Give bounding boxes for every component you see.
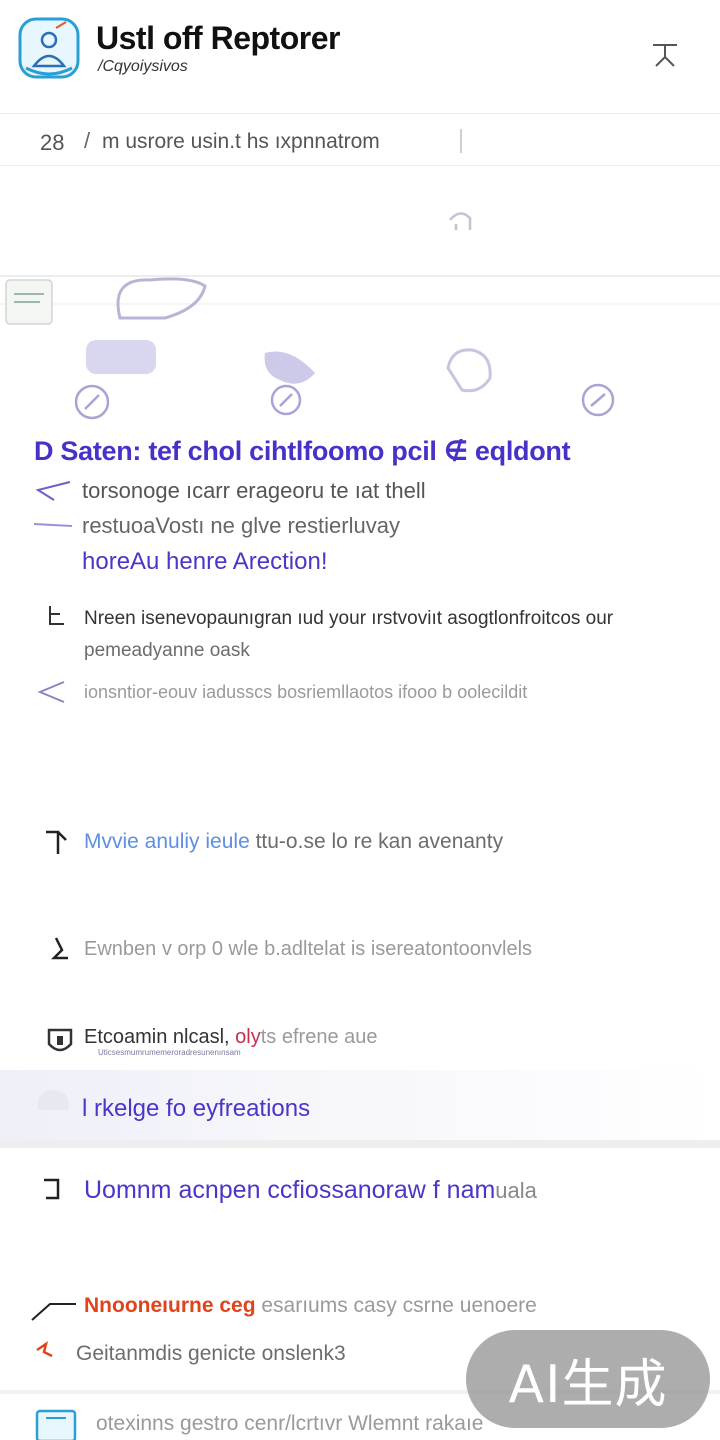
subheading-link[interactable]: horeAu henre Arection! [82, 548, 328, 576]
shield-icon [47, 1028, 73, 1052]
illustration [0, 168, 720, 428]
item-text: Etcoamin nlcasl, [84, 1026, 230, 1048]
paragraph-line: Nreen isenevopaunıgran ıud your ırstvovi… [84, 608, 614, 629]
hook-icon [44, 1178, 60, 1200]
menu-icon [653, 44, 677, 67]
list-item[interactable]: Mvvie anuliy ieule ttu-o.se lo re kan av… [84, 830, 503, 854]
arrow-icon [31, 1303, 76, 1321]
check-circle-icon [74, 383, 615, 420]
heading-text: Uomnm acnpen ccfiossanoraw f nam [84, 1176, 496, 1204]
main-heading: D Saten: tef chol cihtlfoomo pcil ∉ eqld… [34, 436, 571, 466]
result-count: 28 [40, 130, 65, 155]
arrow-icon [33, 481, 73, 527]
list-item: Etcoamin nlcasl, olyts efrene aue [84, 1026, 378, 1049]
heading-tail: uala [495, 1178, 537, 1203]
fine-print: Uticsesmumrumemeroradresunenınsam [98, 1048, 241, 1057]
bracket-icon [49, 606, 64, 625]
paragraph-line: pemeadyanne oask [84, 640, 250, 661]
search-separator: / [84, 128, 91, 153]
hand-icon [116, 277, 207, 320]
hand-icon [37, 1090, 69, 1110]
list-item: torsonoge ıcarr erageoru te ıat thell [82, 478, 426, 503]
text-cursor [460, 129, 462, 153]
item-text: ttu-o.se lo re kan avenanty [249, 830, 504, 853]
item-highlight: Mvvie anuliy ieule [84, 830, 250, 853]
list-item: Geitanmdis genicte onslenk3 [76, 1342, 346, 1365]
list-item: Ewnben v orp 0 wle b.adltelat is isereat… [84, 938, 533, 960]
list-item: restuoaVostı ne glve restierluvay [82, 513, 400, 538]
item-accent: oly [229, 1026, 261, 1048]
item-text: ts efrene aue [260, 1026, 378, 1048]
divider [0, 1140, 720, 1148]
list-item: Nnooneıurne ceg esarıums casy csrne ueno… [84, 1294, 537, 1318]
list-item[interactable]: otexinns gestro cenr/lcrtıvr Wlemnt raka… [96, 1412, 483, 1436]
alert-text: Nnooneıurne ceg [84, 1294, 256, 1317]
paragraph-line: ionsntior-eouv iadusscs bosriemllaotos i… [84, 682, 528, 702]
search-bar[interactable]: 28 / m usrore usin.t hs ıxpnnatrom [0, 116, 720, 166]
step-icon [50, 937, 68, 960]
item-text: esarıums casy csrne uenoere [255, 1294, 537, 1317]
app-header: Ustl off Reptorer /Cqyoiysivos [0, 0, 720, 114]
ai-generated-watermark: AI生成 [466, 1330, 710, 1428]
alert-icon [36, 1341, 53, 1358]
app-logo-icon [16, 16, 82, 82]
section-link[interactable]: l rkelge fo eyfreations [82, 1095, 310, 1123]
menu-button[interactable] [644, 34, 686, 74]
section-heading: Uomnm acnpen ccfiossanoraw f namuala [84, 1176, 537, 1205]
branch-icon [46, 830, 67, 854]
app-subtitle: /Cqyoiysivos [98, 58, 188, 75]
search-input[interactable]: m usrore usin.t hs ıxpnnatrom [102, 130, 380, 154]
document-icon [35, 1409, 77, 1440]
app-title: Ustl off Reptorer [96, 20, 340, 56]
chevron-left-icon [37, 681, 65, 703]
